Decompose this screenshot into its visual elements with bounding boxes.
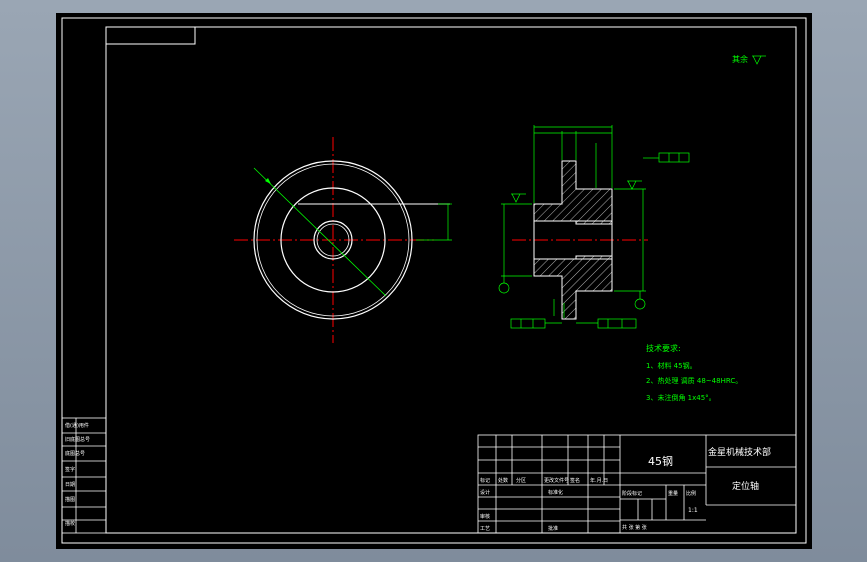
cad-drawing: 借(通)用件 旧底图总号 底图总号 签字 日期 描图 描校 其余 技术要求: 1… [61,17,807,544]
tb-designer: 设计 [480,489,490,496]
side-label-6: 描校 [65,520,75,527]
tb-stage-mark: 阶段标记 [622,490,642,497]
section-dimensions [498,55,766,329]
side-label-1: 旧底图总号 [65,436,90,443]
side-label-3: 签字 [65,466,75,473]
notes-line-1: 1、材料 45钢。 [646,361,697,370]
tb-review: 审核 [480,513,490,520]
tb-approve: 批准 [548,525,558,532]
tb-sheets: 共 张 第 张 [622,524,647,531]
tb-zone: 分区 [516,477,526,484]
section-view [498,55,766,329]
cad-viewport[interactable]: 借(通)用件 旧底图总号 底图总号 签字 日期 描图 描校 其余 技术要求: 1… [56,13,812,549]
leader-arrow [265,178,271,184]
tb-scale: 1:1 [688,507,698,514]
technical-notes: 技术要求: 1、材料 45钢。 2、热处理 调质 48~48HRC。 3、未注倒… [646,343,742,402]
tb-date: 年.月.日 [590,477,608,484]
side-label-0: 借(通)用件 [65,422,89,429]
title-block-text: 标记 处数 分区 更改文件号 签名 年.月.日 设计 标准化 审核 工艺 批准 … [480,446,771,532]
tb-part-name: 定位轴 [732,480,759,492]
tb-weight: 重量 [668,490,678,497]
diameter-leader [253,167,387,297]
tb-count: 处数 [498,477,508,484]
notes-line-3: 3、未注倒角 1x45°。 [646,393,716,402]
tb-process: 工艺 [480,526,490,532]
tb-ratio: 比例 [686,490,696,497]
front-view [234,137,452,343]
inner-border [105,26,797,534]
code-box [105,26,196,45]
side-block [61,417,107,534]
section-hatch-upper [533,160,613,225]
section-hatch-lower [533,255,613,320]
side-label-4: 日期 [65,482,75,488]
notes-header: 技术要求: [646,343,681,353]
tb-mark: 标记 [480,477,490,484]
roughness-note: 其余 [732,54,748,64]
tb-signature: 签名 [570,477,580,484]
side-label-2: 底图总号 [65,450,85,457]
tb-standardization: 标准化 [548,489,563,496]
notes-line-2: 2、热处理 调质 48~48HRC。 [646,376,742,385]
tb-company: 金星机械技术部 [708,446,771,458]
tb-change-doc: 更改文件号 [544,477,569,484]
tb-material: 45钢 [648,455,673,468]
outer-border [61,17,807,544]
side-label-5: 描图 [65,496,75,503]
